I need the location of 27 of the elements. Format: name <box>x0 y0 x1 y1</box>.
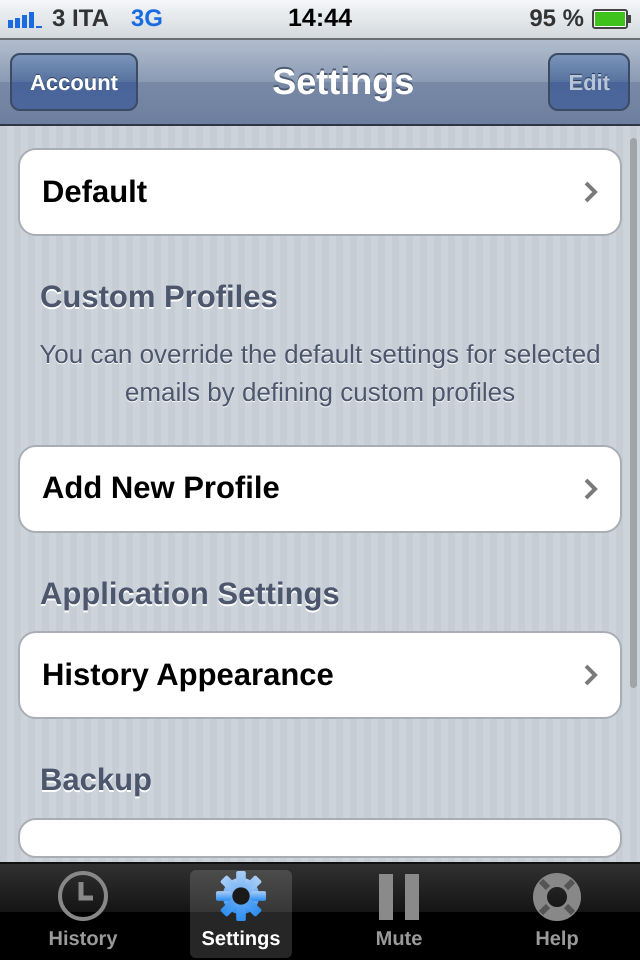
pause-icon <box>377 872 421 922</box>
tab-item[interactable]: Settings <box>190 870 292 958</box>
section-header: Custom Profiles <box>39 278 279 316</box>
account-button[interactable]: Account <box>10 53 138 111</box>
settings-row[interactable]: Default <box>18 148 622 236</box>
section-header: Application Settings <box>39 574 341 613</box>
signal-icon <box>8 10 44 28</box>
section-header: Backup <box>39 761 153 799</box>
nav-title: Settings <box>271 60 416 104</box>
network-type: 3G <box>130 4 163 34</box>
settings-row[interactable] <box>18 818 622 858</box>
chevron-icon <box>584 664 598 686</box>
chevron-icon <box>584 181 598 203</box>
tab-item[interactable]: History <box>32 870 134 958</box>
settings-icon <box>214 870 268 922</box>
section-description: You can override the default settings for selected emails by defining custom profiles <box>38 338 602 408</box>
battery-percent: 95 % <box>529 4 584 34</box>
settings-row[interactable]: History Appearance <box>18 631 622 719</box>
battery-icon <box>592 9 632 29</box>
tab-item[interactable]: Help <box>506 870 608 958</box>
lifebuoy-icon <box>532 872 582 922</box>
status-time: 14:44 <box>288 3 352 34</box>
settings-row[interactable]: Add New Profile <box>18 444 622 532</box>
chevron-icon <box>584 478 598 500</box>
carrier-name: 3 ITA <box>52 4 109 34</box>
tab-item[interactable]: Mute <box>348 870 450 958</box>
clock-icon <box>57 870 109 922</box>
